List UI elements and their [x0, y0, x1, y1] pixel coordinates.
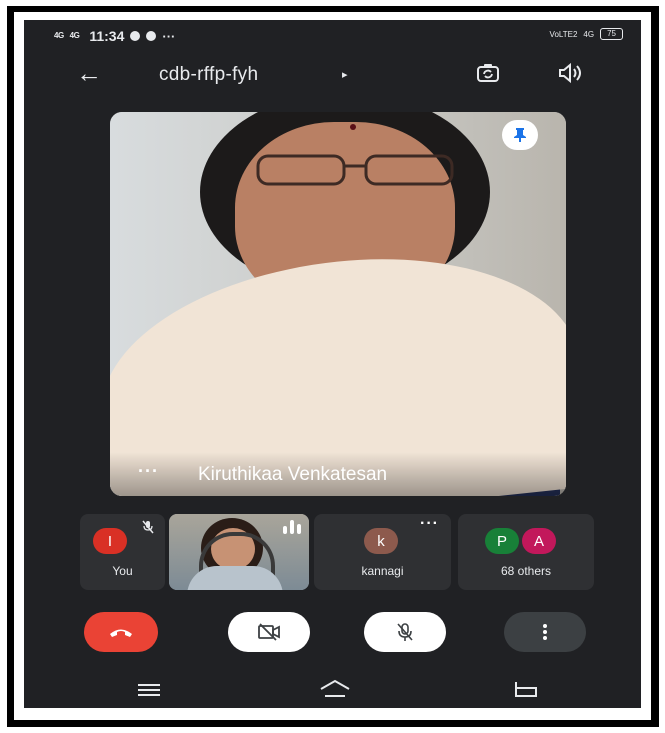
audio-level-icon: [283, 520, 301, 534]
participant-tile-kannagi[interactable]: k ··· kannagi: [314, 514, 451, 590]
switch-camera-icon[interactable]: [476, 62, 500, 84]
main-speaker-video[interactable]: ··· Kiruthikaa Venkatesan: [110, 112, 566, 496]
speaker-name: Kiruthikaa Venkatesan: [198, 464, 388, 485]
self-camera-tile[interactable]: [169, 514, 309, 590]
avatar: P: [485, 528, 519, 554]
avatar: I: [93, 528, 127, 554]
participant-label: kannagi: [361, 564, 404, 578]
avatar: A: [522, 528, 556, 554]
status-time: 11:34: [89, 28, 125, 44]
more-notifications: ···: [162, 28, 176, 44]
participant-label: You: [112, 564, 133, 578]
back-arrow-icon[interactable]: ←: [76, 60, 102, 86]
participant-tile-you[interactable]: I You: [80, 514, 165, 590]
status-bar: 4G 4G 11:34 ··· VoLTE2 4G 75: [24, 20, 641, 50]
participant-label: 68 others: [500, 564, 552, 578]
camera-toggle-button[interactable]: [228, 612, 310, 652]
pin-button[interactable]: [502, 120, 538, 150]
more-vert-icon: [543, 624, 547, 640]
menu-icon[interactable]: [136, 680, 162, 700]
meeting-code[interactable]: cdb-rffp-fyh: [159, 64, 258, 86]
hang-up-icon: [110, 629, 132, 637]
back-icon[interactable]: [510, 678, 540, 700]
volte-indicator: VoLTE2: [549, 29, 578, 39]
phone-screen: 4G 4G 11:34 ··· VoLTE2 4G 75 ← cdb-rffp-…: [24, 20, 641, 708]
camera-off-icon: [258, 623, 280, 641]
meeting-details-arrow-icon[interactable]: ▸: [342, 68, 348, 81]
avatar: k: [364, 528, 398, 554]
system-navigation-bar: [24, 672, 641, 708]
notification-icon: [146, 31, 157, 41]
speaker-options-button[interactable]: ···: [138, 461, 159, 482]
end-call-button[interactable]: [84, 612, 158, 652]
mic-off-icon: [142, 520, 154, 534]
meeting-header: ← cdb-rffp-fyh ▸: [24, 56, 641, 92]
network-indicator-1: 4G: [54, 31, 64, 40]
mic-off-icon: [397, 623, 413, 641]
battery-icon: 75: [600, 28, 623, 40]
network-indicator-right: 4G: [583, 29, 595, 39]
participant-tile-others[interactable]: P A 68 others: [458, 514, 594, 590]
network-indicator-2: 4G: [69, 31, 80, 40]
pin-icon: [514, 128, 526, 142]
more-options-button[interactable]: [504, 612, 586, 652]
notification-icon: [130, 31, 141, 41]
mic-toggle-button[interactable]: [364, 612, 446, 652]
speaker-icon[interactable]: [557, 62, 583, 84]
glasses-shape: [256, 154, 454, 186]
home-icon[interactable]: [318, 678, 352, 700]
participant-options-button[interactable]: ···: [420, 515, 439, 533]
